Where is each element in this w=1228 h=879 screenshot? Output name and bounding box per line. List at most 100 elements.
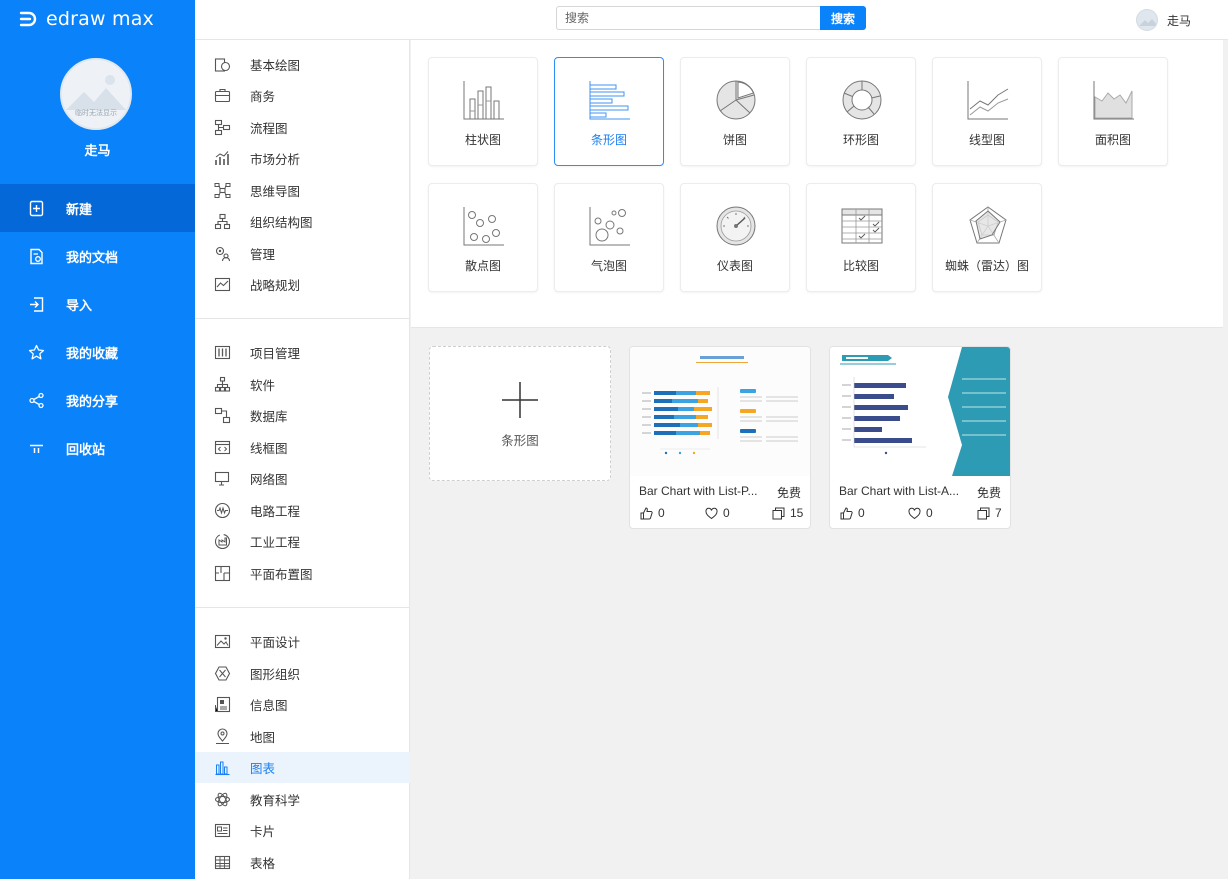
- image-placeholder-icon: [62, 60, 130, 128]
- nav-item-new[interactable]: 新建: [0, 184, 195, 232]
- category-label: 地图: [250, 731, 276, 745]
- chart-type-line[interactable]: 线型图: [932, 57, 1042, 166]
- nav-item-favorites[interactable]: 我的收藏: [0, 328, 195, 376]
- category-circuit[interactable]: 电路工程: [195, 495, 410, 526]
- category-table[interactable]: 表格: [195, 847, 410, 878]
- chart-type-bubble[interactable]: 气泡图: [554, 183, 664, 292]
- gantt-icon: [214, 345, 231, 360]
- nav-item-recycle-bin[interactable]: 回收站: [0, 424, 195, 472]
- category-floor-plan[interactable]: 平面布置图: [195, 558, 410, 589]
- category-project-management[interactable]: 项目管理: [195, 337, 410, 368]
- category-infographic[interactable]: 信息图: [195, 689, 410, 720]
- top-bar: 搜索 走马: [195, 0, 1228, 40]
- chart-type-pie[interactable]: 饼图: [680, 57, 790, 166]
- picture-icon: [214, 634, 231, 649]
- logo-text: edraw max: [46, 8, 154, 30]
- category-software[interactable]: 软件: [195, 369, 410, 400]
- category-list: 基本绘图 商务 流程图 市场分析 思维导图 组织结构图 管理 战略规划 项目管理…: [195, 40, 410, 879]
- category-management[interactable]: 管理: [195, 238, 410, 269]
- chart-type-label: 饼图: [722, 133, 747, 147]
- category-map[interactable]: 地图: [195, 721, 410, 752]
- template-card[interactable]: Bar Chart with List-P... 免费 0 0 15: [629, 346, 811, 529]
- chart-type-label: 线型图: [968, 133, 1005, 147]
- bar-trend-icon: [215, 151, 229, 165]
- area-chart-icon: [1093, 81, 1134, 120]
- category-wireframe[interactable]: 线框图: [195, 432, 410, 463]
- top-username[interactable]: 走马: [1167, 12, 1191, 29]
- category-card[interactable]: 卡片: [195, 815, 410, 846]
- favorites-count: 0: [926, 506, 933, 520]
- category-graphic-organizer[interactable]: 图形组织: [195, 658, 410, 689]
- category-label: 流程图: [250, 122, 288, 136]
- search-button[interactable]: 搜索: [820, 6, 866, 30]
- template-price: 免费: [976, 486, 1001, 500]
- chart-type-donut[interactable]: 环形图: [806, 57, 916, 166]
- nav-item-import[interactable]: 导入: [0, 280, 195, 328]
- template-likes[interactable]: 0: [840, 506, 865, 520]
- thumbs-up-icon: [840, 506, 853, 519]
- template-thumbnail: [630, 347, 810, 476]
- gauge-chart-icon: [716, 206, 756, 246]
- category-divider: [195, 607, 410, 608]
- nav-item-my-docs[interactable]: 我的文档: [0, 232, 195, 280]
- template-copies[interactable]: 15: [772, 506, 803, 520]
- category-label: 平面布置图: [250, 568, 313, 582]
- category-label: 基本绘图: [250, 59, 301, 73]
- category-charts[interactable]: 图表: [195, 752, 410, 783]
- category-label: 网络图: [250, 473, 288, 487]
- category-label: 工业工程: [250, 536, 301, 550]
- monitor-icon: [214, 471, 230, 486]
- category-strategy[interactable]: 战略规划: [195, 269, 410, 300]
- nav-label: 我的文档: [66, 249, 119, 265]
- floor-plan-icon: [214, 565, 231, 582]
- category-market-analysis[interactable]: 市场分析: [195, 143, 410, 174]
- category-org-chart[interactable]: 组织结构图: [195, 206, 410, 237]
- category-label: 战略规划: [250, 279, 301, 293]
- template-card[interactable]: Bar Chart with List-A... 免费 0 0 7: [829, 346, 1011, 529]
- sidebar-username: 走马: [84, 143, 111, 158]
- chart-type-bar[interactable]: 条形图: [554, 57, 664, 166]
- category-basic-drawing[interactable]: 基本绘图: [195, 49, 410, 80]
- chart-type-scatter[interactable]: 散点图: [428, 183, 538, 292]
- share-icon: [29, 392, 44, 408]
- bar-chart-icon: [589, 81, 630, 120]
- chart-type-radar[interactable]: 蜘蛛（雷达）图: [932, 183, 1042, 292]
- category-network[interactable]: 网络图: [195, 463, 410, 494]
- template-favorites[interactable]: 0: [705, 506, 730, 520]
- new-doc-icon: [29, 200, 44, 216]
- nav-item-shares[interactable]: 我的分享: [0, 376, 195, 424]
- category-database[interactable]: 数据库: [195, 400, 410, 431]
- template-thumbnail: [830, 347, 1010, 476]
- category-industrial[interactable]: 工业工程: [195, 526, 410, 557]
- category-label: 表格: [250, 857, 276, 871]
- template-preview-image: [830, 347, 1010, 476]
- category-flowchart[interactable]: 流程图: [195, 112, 410, 143]
- chart-type-gauge[interactable]: 仪表图: [680, 183, 790, 292]
- category-business[interactable]: 商务: [195, 80, 410, 111]
- template-copies[interactable]: 7: [977, 506, 1002, 520]
- category-label: 卡片: [250, 825, 276, 839]
- search-input[interactable]: [556, 6, 821, 30]
- database-diagram-icon: [214, 407, 231, 424]
- app-logo[interactable]: edraw max: [18, 8, 154, 30]
- user-avatar[interactable]: [1136, 9, 1158, 31]
- vertical-scrollbar[interactable]: [1223, 40, 1228, 879]
- copies-count: 15: [790, 506, 804, 520]
- category-label: 图表: [250, 762, 276, 776]
- template-favorites[interactable]: 0: [908, 506, 933, 520]
- chart-type-comparison[interactable]: 比较图: [806, 183, 916, 292]
- category-label: 项目管理: [250, 347, 301, 361]
- category-label: 线框图: [250, 442, 288, 456]
- new-blank-chart-card[interactable]: 条形图: [429, 346, 611, 481]
- template-likes[interactable]: 0: [640, 506, 665, 520]
- chart-type-area[interactable]: 面积图: [1058, 57, 1168, 166]
- category-label: 教育科学: [250, 794, 301, 808]
- category-education-science[interactable]: 教育科学: [195, 784, 410, 815]
- radar-chart-icon: [969, 206, 1007, 244]
- template-preview-image: [630, 347, 810, 476]
- category-mind-map[interactable]: 思维导图: [195, 175, 410, 206]
- profile-avatar[interactable]: 临时无法显示: [60, 58, 132, 130]
- chart-type-column[interactable]: 柱状图: [428, 57, 538, 166]
- mindmap-icon: [214, 183, 231, 198]
- category-graphic-design[interactable]: 平面设计: [195, 626, 410, 657]
